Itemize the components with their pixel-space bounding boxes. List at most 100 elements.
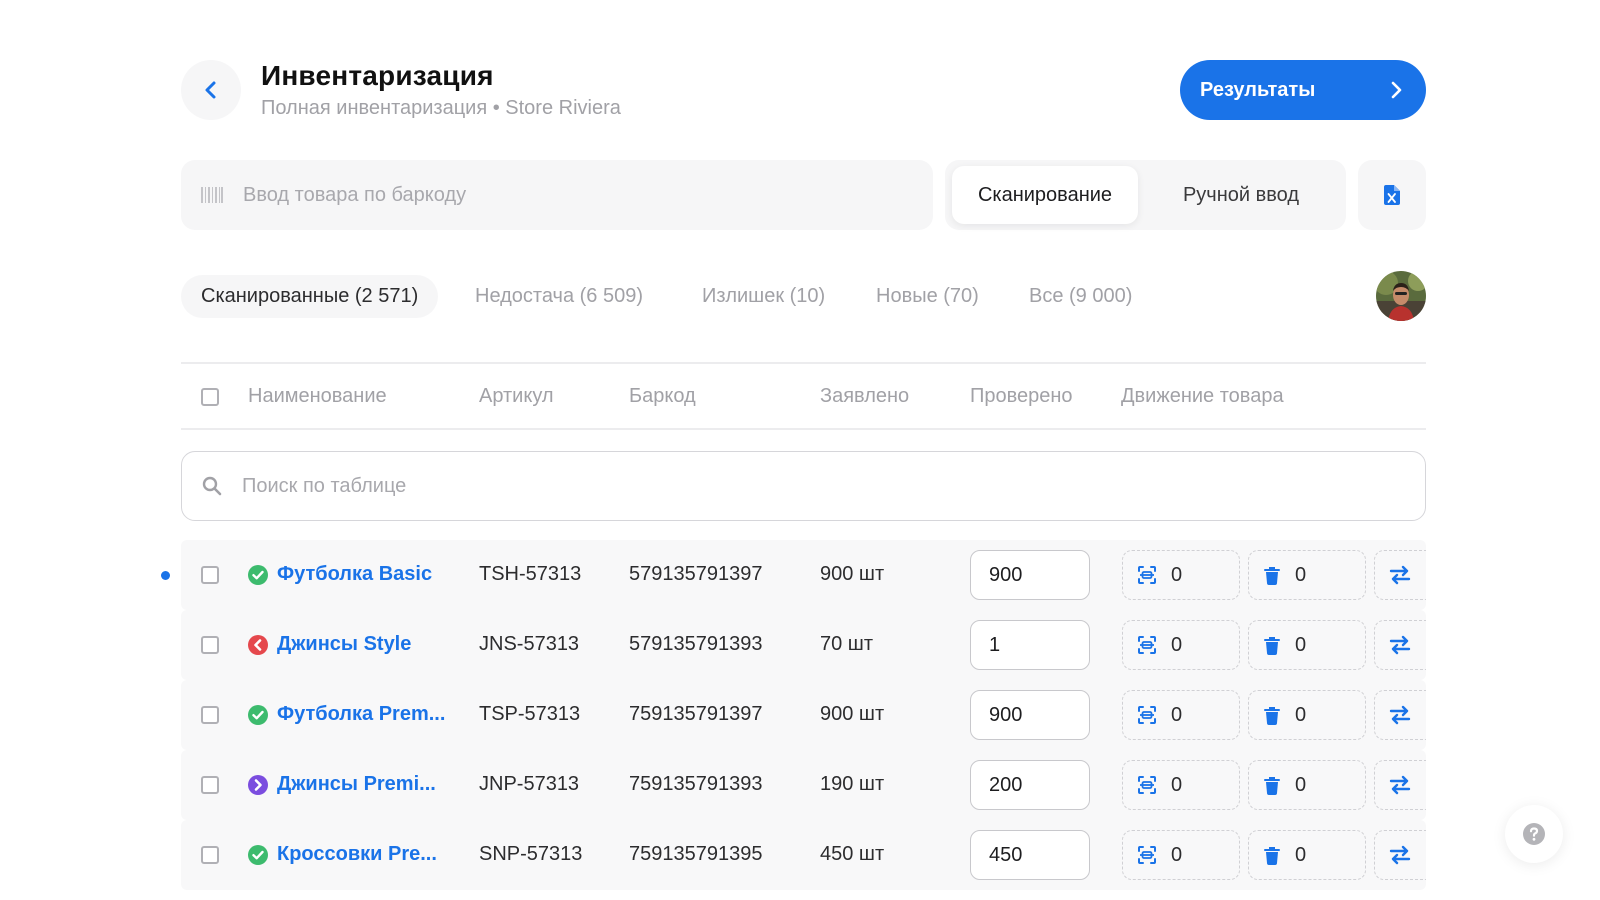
transfer-arrows-icon (1389, 565, 1411, 585)
transfer-arrows-icon (1389, 705, 1411, 725)
mode-manual-button[interactable]: Ручной ввод (1145, 166, 1337, 224)
movement-writeoff-cell-value: 0 (1295, 843, 1307, 866)
declared-cell: 900 шт (820, 703, 885, 725)
movement-writeoff-cell[interactable]: 0 (1248, 620, 1366, 670)
mode-scan-button[interactable]: Сканирование (952, 166, 1138, 224)
table-search-container (181, 451, 1426, 521)
check-circle-icon (248, 565, 268, 585)
movement-transfer-cell[interactable]: 0 (1122, 690, 1240, 740)
column-header-declared[interactable]: Заявлено (820, 385, 909, 408)
declared-cell: 190 шт (820, 773, 885, 795)
tab-scanned[interactable]: Сканированные (2 571) (181, 275, 439, 318)
barcode-input[interactable] (243, 183, 903, 207)
trash-icon (1264, 707, 1280, 725)
movement-writeoff-cell[interactable]: 0 (1248, 550, 1366, 600)
movement-transfer-cell-value: 0 (1171, 703, 1183, 726)
product-name-link[interactable]: Джинсы Style (277, 633, 411, 656)
barcode-cell: 579135791393 (629, 633, 763, 655)
table-row[interactable]: Джинсы Style JNS-57313 579135791393 70 шт 0 0 (181, 610, 1426, 680)
mode-toggle: Сканирование Ручной ввод (945, 160, 1346, 230)
barcode-icon (201, 187, 223, 203)
row-checkbox[interactable] (201, 776, 219, 794)
search-icon (202, 476, 222, 496)
arrow-left-circle-icon (248, 635, 268, 655)
movement-transfer-cell-value: 0 (1171, 843, 1183, 866)
movement-exchange-cell[interactable] (1374, 830, 1426, 880)
movement-writeoff-cell-value: 0 (1295, 703, 1307, 726)
product-name-link[interactable]: Кроссовки Pre... (277, 843, 437, 866)
movement-writeoff-cell[interactable]: 0 (1248, 690, 1366, 740)
movement-writeoff-cell-value: 0 (1295, 563, 1307, 586)
movement-exchange-cell[interactable] (1374, 690, 1426, 740)
declared-cell: 70 шт (820, 633, 874, 655)
checked-quantity-input[interactable] (970, 620, 1090, 670)
results-button-label: Результаты (1200, 78, 1316, 101)
column-header-sku[interactable]: Артикул (479, 385, 554, 408)
check-circle-icon (248, 705, 268, 725)
row-checkbox[interactable] (201, 566, 219, 584)
scan-frame-icon (1138, 706, 1156, 724)
movement-writeoff-cell[interactable]: 0 (1248, 760, 1366, 810)
declared-cell: 900 шт (820, 563, 885, 585)
excel-file-icon (1384, 185, 1400, 205)
help-button[interactable] (1505, 805, 1563, 863)
movement-exchange-cell[interactable] (1374, 760, 1426, 810)
movement-exchange-cell[interactable] (1374, 550, 1426, 600)
movement-writeoff-cell[interactable]: 0 (1248, 830, 1366, 880)
checked-quantity-input[interactable] (970, 550, 1090, 600)
movement-transfer-cell[interactable]: 0 (1122, 830, 1240, 880)
page-title: Инвентаризация (261, 60, 494, 91)
product-name-link[interactable]: Футболка Basic (277, 563, 432, 586)
tab-all[interactable]: Все (9 000) (1029, 275, 1132, 318)
back-button[interactable] (181, 60, 241, 120)
table-row[interactable]: Футболка Basic TSH-57313 579135791397 900 ш… (181, 540, 1426, 610)
tab-surplus[interactable]: Излишек (10) (702, 275, 825, 318)
barcode-cell: 759135791395 (629, 843, 763, 865)
table-row[interactable]: Футболка Prem... TSP-57313 759135791397 900… (181, 680, 1426, 750)
movement-transfer-cell[interactable]: 0 (1122, 550, 1240, 600)
table-search-input[interactable] (242, 474, 1342, 498)
column-header-barcode[interactable]: Баркод (629, 385, 696, 408)
select-all-checkbox[interactable] (201, 388, 219, 406)
product-name-link[interactable]: Футболка Prem... (277, 703, 445, 726)
movement-transfer-cell-value: 0 (1171, 563, 1183, 586)
active-row-marker (161, 571, 170, 580)
movement-writeoff-cell-value: 0 (1295, 633, 1307, 656)
column-header-movement[interactable]: Движение товара (1121, 385, 1284, 408)
scan-frame-icon (1138, 776, 1156, 794)
column-header-name[interactable]: Наименование (248, 385, 387, 408)
checked-quantity-input[interactable] (970, 690, 1090, 740)
table-row[interactable]: Джинсы Premi... JNP-57313 759135791393 190 … (181, 750, 1426, 820)
movement-transfer-cell[interactable]: 0 (1122, 620, 1240, 670)
tab-new[interactable]: Новые (70) (876, 275, 979, 318)
row-checkbox[interactable] (201, 706, 219, 724)
row-checkbox[interactable] (201, 636, 219, 654)
avatar-image (1376, 271, 1426, 321)
movement-writeoff-cell-value: 0 (1295, 773, 1307, 796)
sku-cell: SNP-57313 (479, 843, 583, 865)
movement-transfer-cell-value: 0 (1171, 633, 1183, 656)
row-checkbox[interactable] (201, 846, 219, 864)
scan-frame-icon (1138, 846, 1156, 864)
tab-shortage[interactable]: Недостача (6 509) (475, 275, 643, 318)
checked-quantity-input[interactable] (970, 760, 1090, 810)
sku-cell: TSH-57313 (479, 563, 582, 585)
arrow-right-circle-icon (248, 775, 268, 795)
check-circle-icon (248, 845, 268, 865)
table-row[interactable]: Кроссовки Pre... SNP-57313 759135791395 450… (181, 820, 1426, 890)
user-avatar[interactable] (1376, 271, 1426, 321)
results-button[interactable]: Результаты (1180, 60, 1426, 120)
transfer-arrows-icon (1389, 775, 1411, 795)
trash-icon (1264, 567, 1280, 585)
sku-cell: TSP-57313 (479, 703, 581, 725)
trash-icon (1264, 777, 1280, 795)
table-header-top-divider (181, 362, 1426, 364)
column-header-checked[interactable]: Проверено (970, 385, 1073, 408)
export-excel-button[interactable] (1358, 160, 1426, 230)
checked-quantity-input[interactable] (970, 830, 1090, 880)
movement-exchange-cell[interactable] (1374, 620, 1426, 670)
sku-cell: JNP-57313 (479, 773, 580, 795)
product-name-link[interactable]: Джинсы Premi... (277, 773, 436, 796)
question-icon (1523, 823, 1545, 845)
movement-transfer-cell[interactable]: 0 (1122, 760, 1240, 810)
